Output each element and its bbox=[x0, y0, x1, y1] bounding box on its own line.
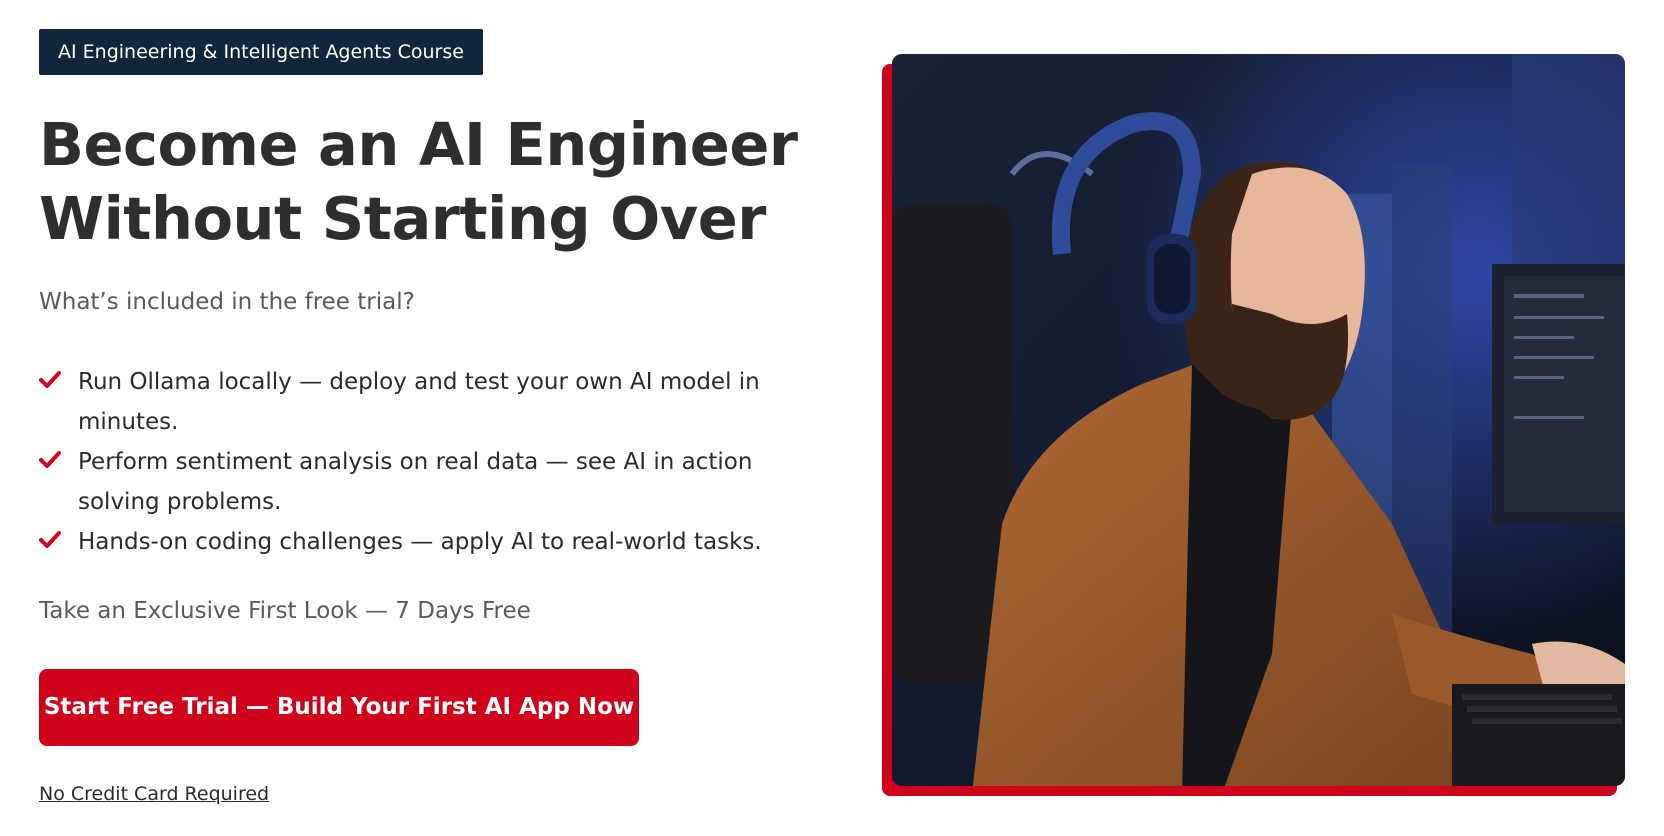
hero-photo bbox=[892, 54, 1625, 786]
feature-item: Perform sentiment analysis on real data … bbox=[39, 442, 799, 522]
feature-text: Run Ollama locally — deploy and test you… bbox=[78, 369, 760, 435]
feature-text: Hands-on coding challenges — apply AI to… bbox=[78, 529, 762, 555]
check-icon bbox=[39, 371, 61, 388]
feature-list: Run Ollama locally — deploy and test you… bbox=[39, 362, 799, 562]
man-with-headphones-coding-photo bbox=[892, 54, 1625, 786]
page-headline: Become an AI Engineer Without Starting O… bbox=[39, 108, 799, 256]
course-badge: AI Engineering & Intelligent Agents Cour… bbox=[39, 29, 483, 75]
no-credit-card-link[interactable]: No Credit Card Required bbox=[39, 783, 269, 805]
headline-line-2: Without Starting Over bbox=[39, 184, 766, 253]
headline-line-1: Become an AI Engineer bbox=[39, 110, 798, 179]
start-free-trial-button[interactable]: Start Free Trial — Build Your First AI A… bbox=[39, 669, 639, 746]
trial-tagline: Take an Exclusive First Look — 7 Days Fr… bbox=[39, 598, 531, 624]
feature-text: Perform sentiment analysis on real data … bbox=[78, 449, 753, 515]
check-icon bbox=[39, 451, 61, 468]
feature-item: Hands-on coding challenges — apply AI to… bbox=[39, 522, 799, 562]
check-icon bbox=[39, 531, 61, 548]
trial-subheading: What’s included in the free trial? bbox=[39, 289, 415, 315]
feature-item: Run Ollama locally — deploy and test you… bbox=[39, 362, 799, 442]
